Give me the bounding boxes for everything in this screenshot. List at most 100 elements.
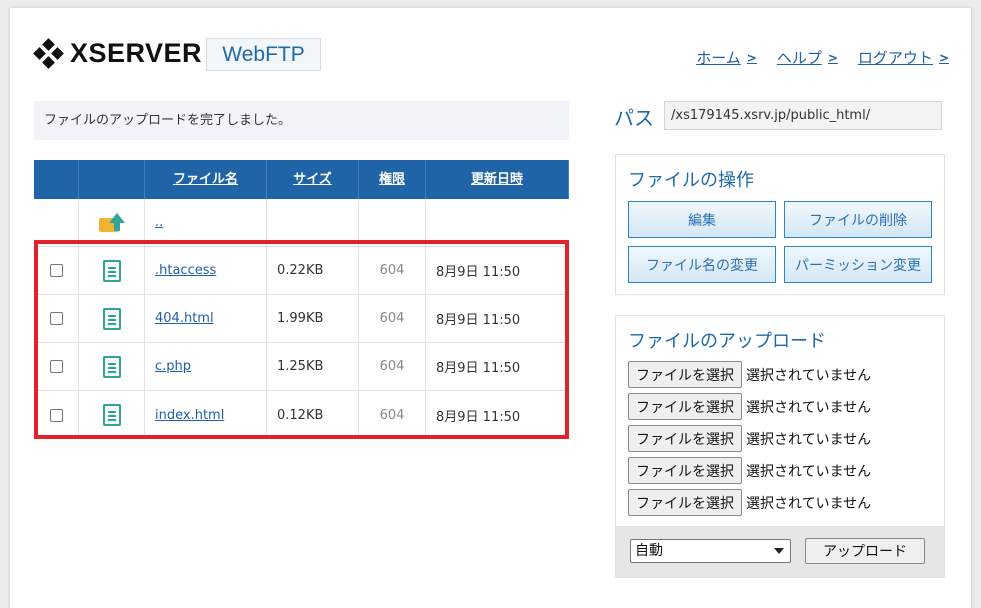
- file-input-row: ファイルを選択 選択されていません: [628, 393, 871, 420]
- icon-cell: [79, 295, 145, 342]
- nav-home-link[interactable]: ホーム >: [696, 47, 757, 68]
- select-cell: [34, 391, 79, 439]
- no-file-text: 選択されていません: [746, 399, 872, 416]
- header-icon-col: [79, 160, 145, 199]
- size-cell: 0.12KB: [267, 391, 359, 439]
- table-header: ファイル名 サイズ 権限 更新日時: [34, 160, 569, 199]
- file-icon: [102, 307, 121, 330]
- icon-cell: [79, 199, 145, 246]
- chevron-right-icon: >: [938, 50, 949, 65]
- row-checkbox[interactable]: [49, 360, 63, 373]
- sort-by-date[interactable]: 更新日時: [426, 160, 569, 199]
- nav-logout-link[interactable]: ログアウト >: [858, 47, 949, 68]
- parent-folder-icon: [98, 212, 125, 233]
- logo-text: XSERVER: [70, 38, 203, 68]
- permission-cell: 604: [359, 343, 426, 390]
- empty-cell: [267, 199, 359, 246]
- date-cell: 8月9日 11:50: [436, 265, 521, 280]
- date-cell: 8月9日 11:50: [436, 313, 521, 328]
- upload-button[interactable]: アップロード: [805, 538, 925, 564]
- file-input-row: ファイルを選択 選択されていません: [628, 489, 871, 516]
- icon-cell: [79, 391, 145, 439]
- name-cell: index.html: [145, 391, 267, 439]
- main-card: XSERVER WebFTP ホーム > ヘルプ > ログアウト > ファイルのアップ…: [10, 8, 971, 608]
- empty-cell: [34, 199, 79, 246]
- table-row: index.html 0.12KB 604 8月9日 11:50: [34, 391, 569, 439]
- sort-by-size[interactable]: サイズ: [267, 160, 359, 199]
- choose-file-button[interactable]: ファイルを選択: [628, 489, 742, 516]
- date-cell: 8月9日 11:50: [436, 361, 521, 376]
- empty-cell: [359, 199, 426, 246]
- file-icon: [102, 355, 121, 378]
- choose-file-button[interactable]: ファイルを選択: [628, 393, 742, 420]
- file-name-link[interactable]: .htaccess: [155, 263, 216, 278]
- edit-button[interactable]: 編集: [628, 201, 776, 238]
- file-name-link[interactable]: c.php: [155, 359, 191, 374]
- sort-by-name[interactable]: ファイル名: [145, 160, 267, 199]
- file-table: ファイル名 サイズ 権限 更新日時 .. .htaccess 0.22KB 60…: [34, 160, 569, 439]
- select-cell: [34, 343, 79, 390]
- table-row: 404.html 1.99KB 604 8月9日 11:50: [34, 295, 569, 343]
- xserver-logo[interactable]: XSERVER: [33, 37, 203, 69]
- nav-help-link[interactable]: ヘルプ >: [777, 47, 838, 68]
- row-checkbox[interactable]: [49, 264, 63, 277]
- table-row: .htaccess 0.22KB 604 8月9日 11:50: [34, 247, 569, 295]
- path-field[interactable]: /xs179145.xsrv.jp/public_html/: [664, 101, 942, 130]
- transfer-mode-value: 自動: [635, 543, 663, 559]
- operations-title: ファイルの操作: [628, 170, 754, 191]
- sort-by-permission[interactable]: 権限: [359, 160, 426, 199]
- file-icon: [102, 259, 121, 282]
- upload-footer: 自動 アップロード: [616, 526, 944, 577]
- name-cell: 404.html: [145, 295, 267, 342]
- nav-help-label: ヘルプ: [776, 49, 822, 67]
- no-file-text: 選択されていません: [746, 367, 872, 384]
- transfer-mode-select[interactable]: 自動: [630, 539, 791, 563]
- choose-file-button[interactable]: ファイルを選択: [628, 457, 742, 484]
- choose-file-button[interactable]: ファイルを選択: [628, 425, 742, 452]
- file-upload-panel: ファイルのアップロード ファイルを選択 選択されていません ファイルを選択 選択…: [615, 315, 945, 578]
- file-input-row: ファイルを選択 選択されていません: [628, 361, 871, 388]
- row-checkbox[interactable]: [49, 408, 63, 422]
- upload-title: ファイルのアップロード: [628, 331, 826, 352]
- icon-cell: [79, 247, 145, 294]
- file-name-link[interactable]: 404.html: [155, 311, 214, 326]
- name-cell: .htaccess: [145, 247, 267, 294]
- no-file-text: 選択されていません: [746, 463, 872, 480]
- file-name-link[interactable]: index.html: [155, 408, 224, 423]
- parent-dir-row: ..: [34, 199, 569, 247]
- file-icon: [102, 404, 121, 426]
- status-message: ファイルのアップロードを完了しました。: [34, 101, 569, 140]
- logo-mark-icon: [33, 37, 64, 69]
- product-name: WebFTP: [206, 38, 321, 71]
- size-cell: 1.99KB: [267, 295, 359, 342]
- date-cell: 8月9日 11:50: [436, 409, 521, 425]
- select-cell: [34, 295, 79, 342]
- permission-cell: 604: [359, 391, 426, 439]
- chevron-right-icon: >: [827, 50, 838, 65]
- top-nav: ホーム > ヘルプ > ログアウト >: [696, 47, 949, 68]
- empty-cell: [426, 199, 569, 246]
- no-file-text: 選択されていません: [746, 495, 872, 512]
- permission-cell: 604: [359, 247, 426, 294]
- delete-file-button[interactable]: ファイルの削除: [784, 201, 932, 238]
- file-input-row: ファイルを選択 選択されていません: [628, 425, 871, 452]
- file-input-row: ファイルを選択 選択されていません: [628, 457, 871, 484]
- no-file-text: 選択されていません: [746, 431, 872, 448]
- select-cell: [34, 247, 79, 294]
- row-checkbox[interactable]: [49, 312, 63, 325]
- change-permission-button[interactable]: パーミッション変更: [784, 246, 932, 283]
- rename-file-button[interactable]: ファイル名の変更: [628, 246, 776, 283]
- parent-dir-link[interactable]: ..: [155, 215, 163, 230]
- chevron-down-icon: [774, 548, 784, 554]
- path-label: パス: [614, 106, 654, 130]
- nav-logout-label: ログアウト: [857, 49, 933, 67]
- nav-home-label: ホーム: [696, 49, 741, 67]
- permission-cell: 604: [359, 295, 426, 342]
- header-select-col: [34, 160, 79, 199]
- choose-file-button[interactable]: ファイルを選択: [628, 361, 742, 388]
- icon-cell: [79, 343, 145, 390]
- name-cell: c.php: [145, 343, 267, 390]
- size-cell: 0.22KB: [267, 247, 359, 294]
- chevron-right-icon: >: [746, 50, 757, 65]
- file-operations-panel: ファイルの操作 編集 ファイルの削除 ファイル名の変更 パーミッション変更: [615, 154, 945, 295]
